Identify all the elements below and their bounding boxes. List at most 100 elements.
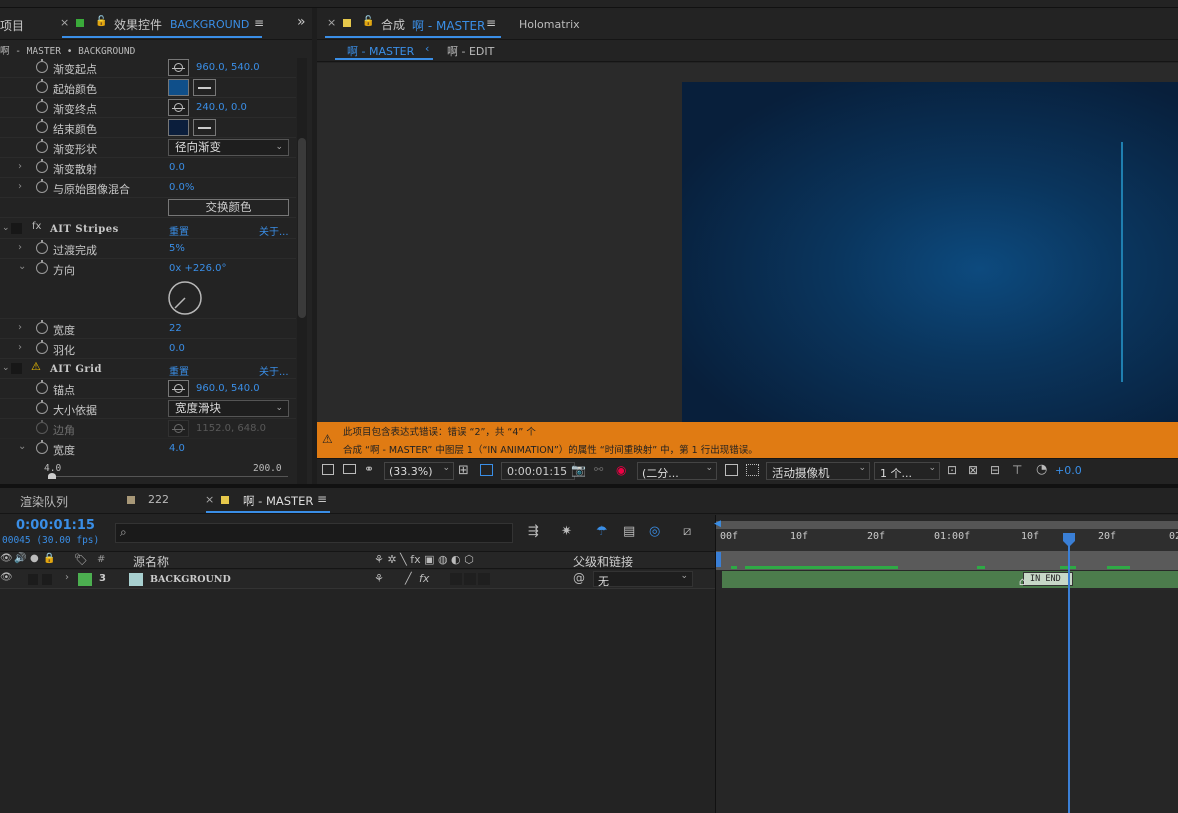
- lock-column-icon[interactable]: 🔒: [43, 553, 55, 564]
- views-dropdown[interactable]: 1 个... ⌄: [874, 462, 940, 480]
- prop-value[interactable]: 5%: [169, 243, 185, 254]
- prop-value[interactable]: 4.0: [169, 443, 185, 454]
- stopwatch-icon[interactable]: [36, 179, 48, 193]
- slider-track[interactable]: [48, 476, 288, 477]
- layer-name[interactable]: BACKGROUND: [150, 574, 231, 585]
- mask-visibility-icon[interactable]: ⚭: [364, 462, 374, 476]
- tab-master[interactable]: 啊 - MASTER: [243, 493, 313, 509]
- marker-label-box[interactable]: IN END: [1023, 572, 1073, 586]
- always-preview-icon[interactable]: [322, 464, 334, 475]
- prop-value[interactable]: 0.0: [169, 343, 185, 354]
- eye-icon[interactable]: 👁: [0, 572, 13, 583]
- stopwatch-icon[interactable]: [36, 119, 48, 133]
- tab-effect-target[interactable]: BACKGROUND: [170, 18, 249, 31]
- expand-arrow-icon[interactable]: ›: [18, 322, 22, 333]
- stopwatch-icon[interactable]: [36, 400, 48, 414]
- tab-holomatrix[interactable]: Holomatrix: [519, 18, 580, 31]
- tab-222[interactable]: 222: [148, 493, 169, 506]
- region-of-interest-icon[interactable]: [480, 464, 493, 476]
- collapse-arrow-icon[interactable]: ⌄: [18, 441, 26, 452]
- marker-icon[interactable]: ⌂: [1019, 575, 1026, 588]
- shy-layers-icon[interactable]: ☂: [596, 524, 608, 539]
- tab-effect-controls[interactable]: 效果控件: [114, 16, 162, 33]
- current-time[interactable]: 0:00:01:15: [16, 518, 95, 533]
- parent-column[interactable]: 父级和链接: [573, 553, 633, 570]
- eyedropper-icon[interactable]: [193, 79, 216, 96]
- work-area-bar[interactable]: [716, 521, 1178, 529]
- eyedropper-icon[interactable]: [193, 119, 216, 136]
- collapse-arrow-icon[interactable]: ⌄: [18, 261, 26, 272]
- close-icon[interactable]: ×: [205, 493, 214, 506]
- position-picker-icon[interactable]: [168, 380, 189, 397]
- timeline-icon[interactable]: ⊟: [990, 463, 1000, 477]
- parent-dropdown[interactable]: 无 ⌄: [593, 571, 693, 588]
- switch-box[interactable]: [464, 573, 476, 585]
- visibility-column-icon[interactable]: 👁: [0, 553, 13, 564]
- panel-menu-icon[interactable]: ≡: [486, 16, 496, 30]
- motion-blur-icon[interactable]: ◎: [649, 524, 660, 539]
- resolution-dropdown[interactable]: (二分... ⌄: [637, 462, 717, 480]
- stopwatch-icon[interactable]: [36, 79, 48, 93]
- prop-value[interactable]: 0x +226.0°: [169, 263, 226, 274]
- tab-comp-name[interactable]: 啊 - MASTER: [412, 17, 485, 34]
- label-column-icon[interactable]: 🏷: [74, 553, 88, 566]
- expand-arrow-icon[interactable]: ›: [18, 181, 22, 192]
- angle-dial-icon[interactable]: [166, 279, 204, 317]
- switches-column-icon[interactable]: ⚘ ✲ ╲ fx ▣ ◍ ◐ ⬡: [374, 553, 474, 566]
- prop-value[interactable]: 22: [169, 323, 182, 334]
- expand-arrow-icon[interactable]: ›: [65, 572, 69, 583]
- lock-icon[interactable]: 🔓: [95, 16, 107, 27]
- swap-colors-button[interactable]: 交换颜色: [168, 199, 289, 216]
- exposure-icon[interactable]: ◔: [1036, 462, 1047, 477]
- tab-project[interactable]: 项目: [0, 17, 24, 34]
- fast-preview-icon[interactable]: [725, 464, 738, 476]
- playhead-handle-icon[interactable]: [1063, 533, 1075, 547]
- panel-menu-icon[interactable]: ≡: [317, 492, 327, 506]
- stopwatch-icon[interactable]: [36, 380, 48, 394]
- solo-column-icon[interactable]: ●: [30, 553, 39, 564]
- close-icon[interactable]: ×: [327, 16, 336, 29]
- quality-switch-icon[interactable]: ╱: [405, 572, 412, 585]
- layer-label-color[interactable]: [78, 573, 92, 586]
- shape-dropdown[interactable]: 径向渐变 ⌄: [168, 139, 289, 156]
- effect-toggle-box[interactable]: [11, 223, 22, 234]
- stopwatch-icon[interactable]: [36, 320, 48, 334]
- prop-value[interactable]: 240.0, 0.0: [196, 102, 247, 113]
- about-link[interactable]: 关于...: [259, 363, 289, 378]
- stopwatch-icon[interactable]: [36, 260, 48, 274]
- zoom-dropdown[interactable]: (33.3%) ⌄: [384, 462, 454, 480]
- tab-render-queue[interactable]: 渲染队列: [20, 493, 68, 510]
- position-picker-icon[interactable]: [168, 59, 189, 76]
- tab-comp[interactable]: 合成: [381, 16, 405, 33]
- expression-error-banner[interactable]: ⚠ 此项目包含表达式错误：错误 “2”，共 “4” 个 合成 “啊 - MAST…: [317, 422, 1178, 458]
- about-link[interactable]: 关于...: [259, 223, 289, 238]
- search-input[interactable]: ⌕: [115, 523, 513, 543]
- expand-arrow-icon[interactable]: ›: [18, 342, 22, 353]
- flow-edit[interactable]: 啊 - EDIT: [447, 43, 494, 59]
- camera-dropdown[interactable]: 活动摄像机 ⌄: [766, 462, 870, 480]
- prop-value[interactable]: 960.0, 540.0: [196, 383, 260, 394]
- expand-panels-icon[interactable]: »: [297, 14, 306, 30]
- source-name-column[interactable]: 源名称: [133, 553, 169, 570]
- collapse-arrow-icon[interactable]: ⌄: [2, 223, 10, 233]
- stopwatch-icon[interactable]: [36, 99, 48, 113]
- panel-menu-icon[interactable]: ≡: [254, 16, 264, 30]
- audio-column-icon[interactable]: 🔊: [14, 553, 26, 564]
- stopwatch-icon[interactable]: [36, 139, 48, 153]
- color-swatch[interactable]: [168, 119, 189, 136]
- prop-value[interactable]: 0.0: [169, 162, 185, 173]
- effect-toggle-box[interactable]: [11, 363, 22, 374]
- prop-value[interactable]: 960.0, 540.0: [196, 62, 260, 73]
- stopwatch-icon[interactable]: [36, 340, 48, 354]
- slider-thumb[interactable]: [48, 473, 56, 479]
- transparency-grid-icon[interactable]: [746, 464, 759, 476]
- layer-duration-bar[interactable]: IN END ⌂: [722, 571, 1178, 588]
- size-by-dropdown[interactable]: 宽度滑块 ⌄: [168, 400, 289, 417]
- monitor-icon[interactable]: [343, 464, 356, 474]
- stopwatch-icon[interactable]: [36, 240, 48, 254]
- position-picker-icon[interactable]: [168, 99, 189, 116]
- frame-blending-icon[interactable]: ▤: [623, 524, 635, 539]
- snapshot-icon[interactable]: 📷: [571, 463, 586, 477]
- work-area-start-handle[interactable]: [716, 552, 721, 567]
- graph-editor-icon[interactable]: ⧄: [683, 524, 691, 539]
